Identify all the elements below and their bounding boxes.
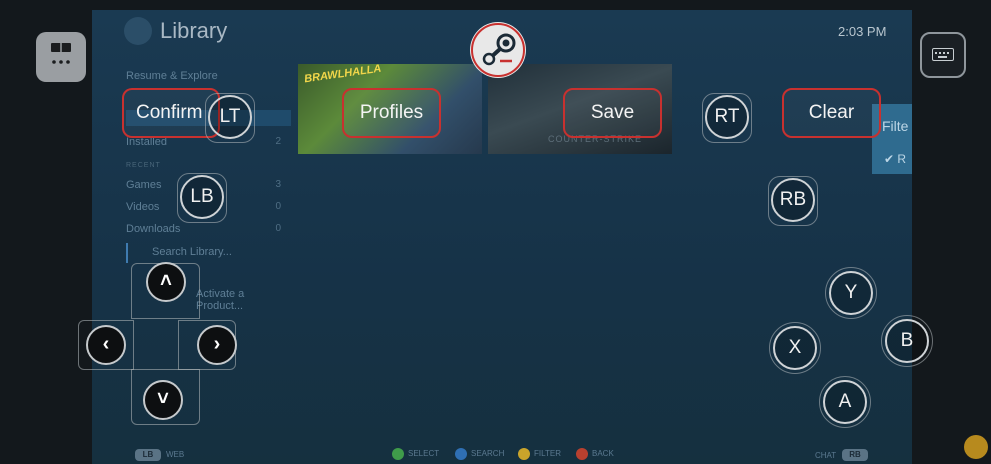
hint-label: FILTER	[534, 449, 561, 459]
a-button[interactable]: A	[819, 376, 871, 428]
sidebar-item-count: 0	[275, 201, 281, 212]
lb-bumper-button[interactable]: LB	[177, 173, 227, 223]
lt-trigger-button[interactable]: LT	[205, 93, 255, 143]
chevron-right-icon: ›	[213, 333, 221, 355]
hint-label: BACK	[592, 449, 614, 459]
clock: 2:03 PM	[838, 24, 887, 39]
save-button[interactable]: Save	[563, 88, 662, 138]
sidebar-item-count: 2	[275, 136, 281, 147]
sidebar-item-label: Games	[126, 179, 162, 191]
keypad-toggle-button[interactable]	[36, 32, 86, 82]
x-button-icon	[455, 448, 467, 460]
dpad-left-button[interactable]: ‹	[86, 325, 126, 365]
chat-hint-label: CHAT	[815, 451, 837, 460]
emulator-screen: Library 2:03 PM Resume & Explore Install…	[0, 0, 991, 464]
search-placeholder: Search Library...	[152, 246, 232, 258]
steam-logo-icon	[124, 17, 152, 45]
page-title: Library	[160, 18, 228, 43]
hint-label: SELECT	[408, 449, 440, 459]
hint-select: SELECT	[392, 448, 439, 460]
sidebar-item-count: 3	[275, 179, 281, 190]
keyboard-toggle-button[interactable]	[920, 32, 966, 78]
rb-bumper-button[interactable]: RB	[768, 176, 818, 226]
keyboard-icon	[932, 48, 954, 61]
chevron-up-icon: ˄	[160, 270, 172, 292]
hint-search: SEARCH	[455, 448, 504, 460]
library-search-input[interactable]: Search Library...	[126, 243, 293, 263]
lb-hint-label: WEB	[166, 450, 185, 459]
b-button[interactable]: B	[881, 315, 933, 367]
hint-label: SEARCH	[471, 449, 505, 459]
sidebar-item-downloads[interactable]: Downloads 0	[126, 223, 291, 235]
lb-hint-chip: LB	[135, 449, 161, 461]
filter-checkbox[interactable]: ✔ R	[884, 152, 906, 166]
hint-filter: FILTER	[518, 448, 561, 460]
b-button-icon	[576, 448, 588, 460]
chevron-down-icon: ˅	[157, 388, 169, 410]
steam-logo-icon	[470, 22, 526, 78]
y-button-icon	[518, 448, 530, 460]
rt-trigger-button[interactable]: RT	[702, 93, 752, 143]
filter-check-label: R	[897, 152, 907, 166]
sidebar-item-label: Videos	[126, 201, 160, 213]
hint-back: BACK	[576, 448, 614, 460]
sidebar-item-activate[interactable]: Activate a Product...	[196, 288, 291, 312]
sidebar-section-label: RECENT	[126, 162, 161, 169]
app-badge-icon	[964, 435, 988, 459]
filter-panel-label: Filte	[882, 118, 909, 134]
sidebar-item-resume[interactable]: Resume & Explore	[126, 70, 291, 82]
y-button[interactable]: Y	[825, 267, 877, 319]
dpad-right-button[interactable]: ›	[197, 325, 237, 365]
chevron-left-icon: ‹	[102, 333, 110, 355]
profiles-button[interactable]: Profiles	[342, 88, 441, 138]
keypad-icon	[51, 43, 71, 64]
rb-hint-chip: RB	[842, 449, 868, 461]
a-button-icon	[392, 448, 404, 460]
dpad-up-button[interactable]: ˄	[146, 262, 186, 302]
x-button[interactable]: X	[769, 322, 821, 374]
sidebar-item-count: 0	[275, 223, 281, 234]
sidebar-item-label: Downloads	[126, 223, 181, 235]
clear-button[interactable]: Clear	[782, 88, 881, 138]
dpad-down-button[interactable]: ˅	[143, 380, 183, 420]
steam-menu-button[interactable]	[467, 19, 529, 81]
game-tile-title: BRAWLHALLA	[303, 64, 383, 86]
